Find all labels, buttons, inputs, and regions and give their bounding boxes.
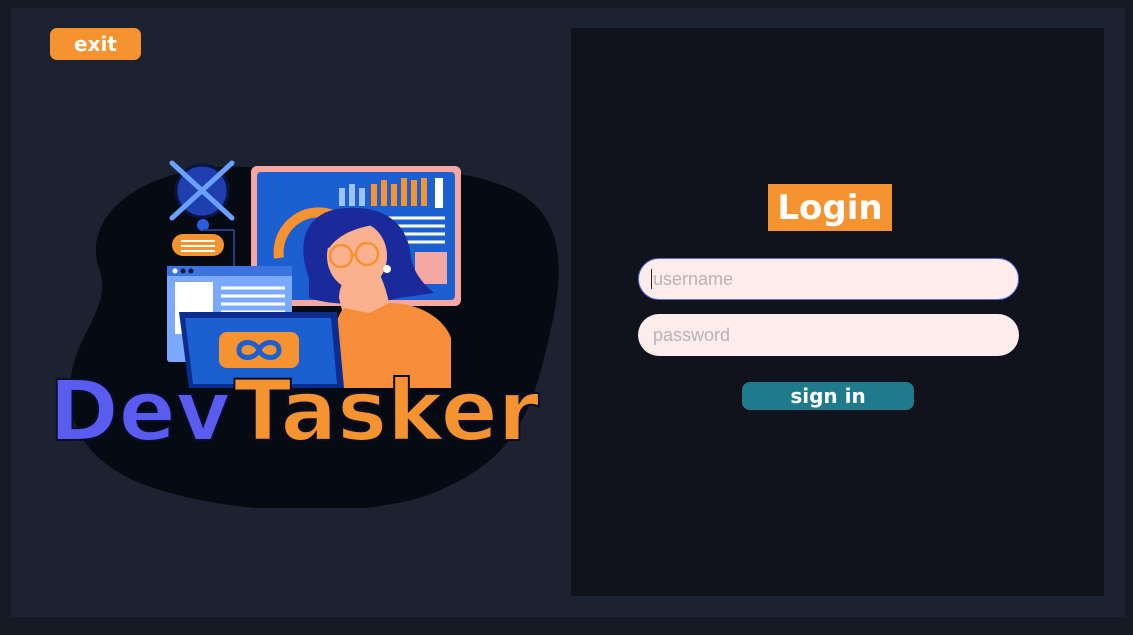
devtasker-logo-illustration: Dev Tasker: [48, 160, 559, 508]
chat-bubble-icon: [172, 234, 224, 256]
brand-tasker-text: Tasker: [234, 362, 540, 460]
exit-button[interactable]: exit: [50, 28, 141, 60]
app-window: exit Dev Tasker Login username sign in: [11, 8, 1125, 617]
login-title: Login: [768, 184, 892, 231]
sign-in-button[interactable]: sign in: [742, 382, 914, 410]
username-input[interactable]: [638, 258, 1019, 300]
text-caret: [651, 269, 652, 289]
login-panel: Login sign in: [571, 28, 1104, 596]
password-input[interactable]: [638, 314, 1019, 356]
brand-dev-text: Dev: [49, 362, 230, 460]
